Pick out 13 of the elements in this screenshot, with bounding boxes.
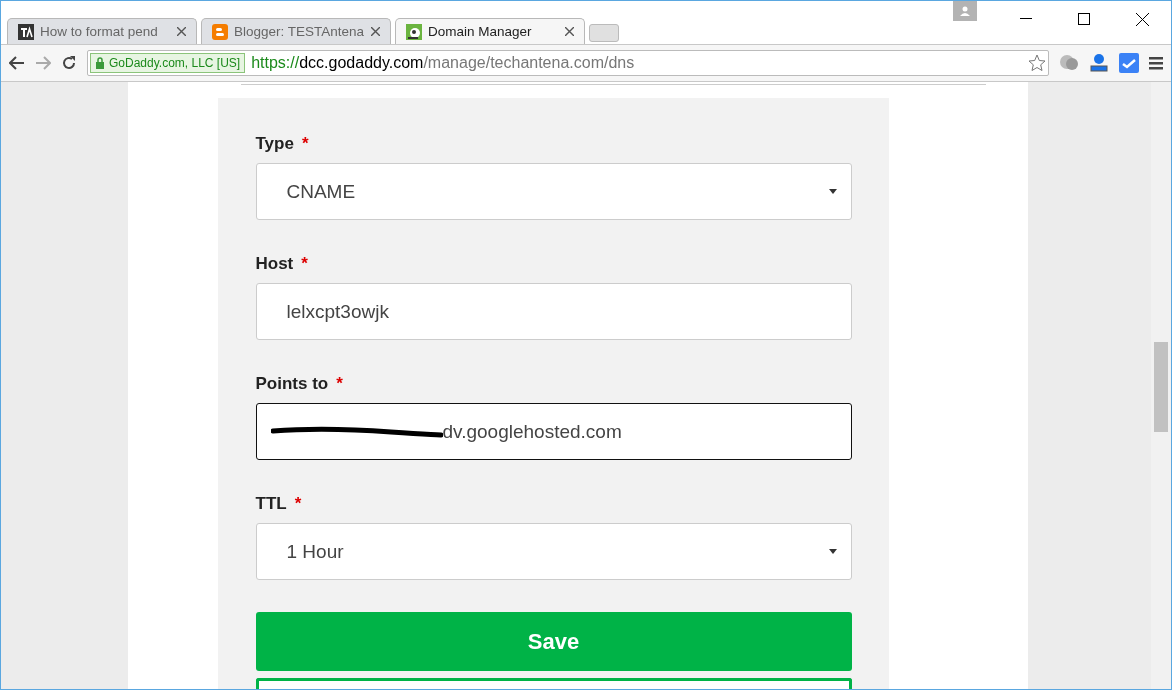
field-label: TTL * [255,494,303,514]
field-label: Type * [255,134,310,154]
input-field[interactable]: lelxcpt3owjk [255,283,852,340]
field-label: Points to * [255,374,344,394]
field-label: Host * [255,254,309,274]
select-field[interactable]: CNAME [255,163,852,220]
browser-tab[interactable]: Blogger: TESTAntena [201,18,391,44]
input-field[interactable]: dv.googlehosted.com [255,403,852,460]
security-badge: GoDaddy.com, LLC [US] [90,53,246,73]
browser-tab[interactable]: Domain Manager [395,18,585,44]
browser-tab[interactable]: How to format pend [7,18,197,44]
select-field[interactable]: 1 Hour [255,523,852,580]
address-bar[interactable]: GoDaddy.com, LLC [US] https://dcc.godaddy.com/manage/techantena.com/dns [87,50,1049,76]
